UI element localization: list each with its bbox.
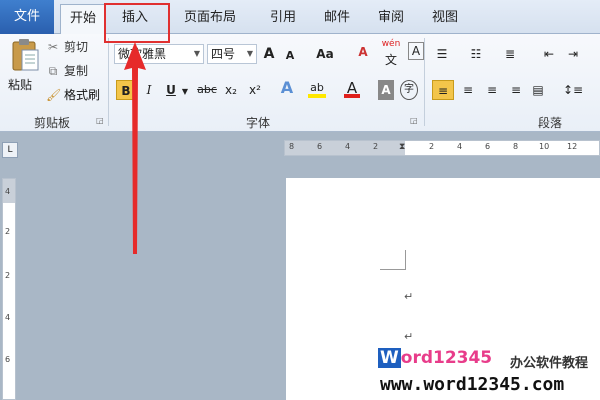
char-border-button[interactable]: A xyxy=(408,42,424,60)
numbering-icon[interactable]: ☷ xyxy=(466,44,486,64)
indent-marker-icon[interactable]: ⧗ xyxy=(399,142,405,152)
watermark-brand-w: W xyxy=(378,348,401,368)
font-size-value: 四号 xyxy=(211,47,236,61)
tab-home[interactable]: 开始 xyxy=(60,4,106,34)
multilevel-list-icon[interactable]: ≣ xyxy=(500,44,520,64)
paragraph-group-label: 段落 xyxy=(537,116,562,130)
annotation-arrow-icon xyxy=(124,42,146,254)
align-center-icon[interactable]: ≡ xyxy=(458,80,478,100)
paragraph-mark: ↵ xyxy=(404,330,414,343)
page-corner-mark xyxy=(380,250,406,270)
justify-icon[interactable]: ≡ xyxy=(506,80,526,100)
format-painter-label: 格式刷 xyxy=(64,88,101,102)
tab-view[interactable]: 视图 xyxy=(422,4,468,34)
copy-button[interactable]: ⧉ 复制 xyxy=(46,62,88,80)
increase-indent-icon[interactable]: ⇥ xyxy=(564,44,582,64)
clear-format-button[interactable]: A xyxy=(354,42,372,62)
line-spacing-icon[interactable]: ↕≡ xyxy=(562,80,584,100)
change-case-button[interactable]: Aa xyxy=(314,44,336,64)
ruler-tick-label: 12 xyxy=(567,142,578,151)
enclose-char-button[interactable]: 字 xyxy=(400,80,418,100)
ruler-tick-label: 2 xyxy=(429,142,435,151)
strikethrough-button[interactable]: abc xyxy=(196,80,218,100)
format-painter-button[interactable]: 🖌 格式刷 xyxy=(46,86,100,104)
ruler-tick-label: 4 xyxy=(457,142,463,151)
paste-icon[interactable] xyxy=(10,38,40,72)
cut-button[interactable]: ✂ 剪切 xyxy=(46,38,88,56)
align-left-icon[interactable]: ≡ xyxy=(432,80,454,100)
distributed-icon[interactable]: ▤ xyxy=(528,80,548,100)
group-divider xyxy=(424,38,425,126)
group-divider xyxy=(108,38,109,126)
ribbon-home: 粘贴 ✂ 剪切 ⧉ 复制 🖌 格式刷 剪贴板 ◲ 微软雅黑 ▼ 四号 ▼ A A Aa… xyxy=(0,34,600,132)
ruler-tick-label: 6 xyxy=(485,142,491,151)
decrease-indent-icon[interactable]: ⇤ xyxy=(540,44,558,64)
ruler-tick-label: 4 xyxy=(5,313,11,322)
grow-font-button[interactable]: A xyxy=(262,44,276,64)
char-shading-button[interactable]: A xyxy=(378,80,394,100)
subscript-button[interactable]: x₂ xyxy=(222,80,240,100)
ruler-tick-label: 8 xyxy=(289,142,295,151)
paste-button[interactable]: 粘贴 xyxy=(8,76,32,93)
shrink-font-button[interactable]: A xyxy=(284,46,296,66)
chevron-down-icon: ▼ xyxy=(246,49,253,58)
tab-mailings[interactable]: 邮件 xyxy=(314,4,360,34)
watermark-subtitle: 办公软件教程 xyxy=(510,356,589,371)
font-size-select[interactable]: 四号 ▼ xyxy=(207,44,257,64)
ruler-tick-label: 2 xyxy=(5,271,11,280)
tab-page-layout[interactable]: 页面布局 xyxy=(168,4,252,34)
tab-review[interactable]: 审阅 xyxy=(368,4,414,34)
ruler-tick-label: 2 xyxy=(373,142,379,151)
font-group-label: 字体 xyxy=(245,116,270,130)
watermark-url: www.word12345.com xyxy=(380,374,565,395)
ribbon-tab-bar: 文件 开始 插入 页面布局 引用 邮件 审阅 视图 xyxy=(0,0,600,34)
scissors-icon: ✂ xyxy=(47,40,59,54)
watermark-brand-rest: ord12345 xyxy=(400,348,493,368)
font-dialog-launcher-icon[interactable]: ◲ xyxy=(410,116,418,125)
copy-icon: ⧉ xyxy=(48,64,58,78)
clipboard-dialog-launcher-icon[interactable]: ◲ xyxy=(96,116,104,125)
chevron-down-icon[interactable]: ▼ xyxy=(180,82,190,102)
tab-references[interactable]: 引用 xyxy=(260,4,306,34)
highlight-button[interactable]: ab xyxy=(308,78,326,98)
ruler-tick-label: 4 xyxy=(5,187,11,196)
ruler-tick-label: 10 xyxy=(539,142,550,151)
ruler-tick-label: 6 xyxy=(5,355,11,364)
align-right-icon[interactable]: ≡ xyxy=(482,80,502,100)
phonetic-char: 文 xyxy=(384,53,397,67)
underline-button[interactable]: U xyxy=(164,80,178,100)
paragraph-mark: ↵ xyxy=(404,290,414,303)
text-effect-button[interactable]: A xyxy=(278,78,296,98)
tab-file[interactable]: 文件 xyxy=(0,0,54,34)
vertical-ruler[interactable]: 4 2 2 4 6 xyxy=(2,178,16,400)
ruler-tick-label: 2 xyxy=(5,227,11,236)
ruler-tick-label: 4 xyxy=(345,142,351,151)
format-painter-icon: 🖌 xyxy=(46,88,62,102)
copy-label: 复制 xyxy=(64,64,89,78)
superscript-button[interactable]: x² xyxy=(246,80,264,100)
clipboard-group-label: 剪贴板 xyxy=(33,116,70,130)
chevron-down-icon: ▼ xyxy=(193,49,200,58)
tab-selector[interactable]: L xyxy=(2,142,18,158)
bullets-icon[interactable]: ☰ xyxy=(432,44,452,64)
cut-label: 剪切 xyxy=(64,40,89,54)
ruler-tick-label: 6 xyxy=(317,142,323,151)
insert-tab-highlight xyxy=(104,3,170,43)
watermark-brand: Word12345 xyxy=(378,348,492,370)
font-color-button[interactable]: A xyxy=(344,78,360,98)
ruler-tick-label: 8 xyxy=(513,142,519,151)
horizontal-ruler[interactable]: 8 6 4 2 ⧗ 2 4 6 8 10 12 xyxy=(284,140,600,156)
